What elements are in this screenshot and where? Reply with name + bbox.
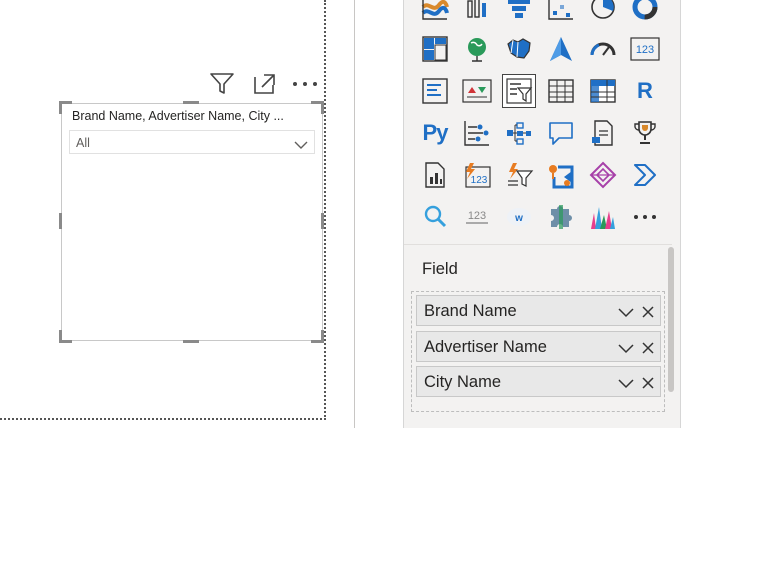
azure-map-icon[interactable] — [544, 32, 578, 66]
puzzle-icon[interactable] — [544, 200, 578, 234]
search-visual-icon[interactable] — [418, 200, 452, 234]
resize-handle-top-left-v[interactable] — [59, 101, 62, 114]
filter-icon[interactable] — [208, 70, 236, 98]
resize-handle-top-right-v[interactable] — [321, 101, 324, 114]
chevron-down-icon[interactable] — [618, 376, 634, 394]
card-icon-label: 123 — [636, 44, 654, 56]
donut-chart-icon[interactable] — [628, 0, 662, 24]
ribbon-chart-icon[interactable] — [418, 0, 452, 24]
slicer-title: Brand Name, Advertiser Name, City ... — [72, 109, 284, 123]
svg-text:w: w — [514, 213, 523, 224]
more-visuals-icon[interactable] — [628, 200, 662, 234]
paginated-report-icon[interactable] — [586, 116, 620, 150]
chevron-down-icon[interactable] — [618, 305, 634, 323]
goals-icon[interactable] — [628, 116, 662, 150]
slicer-visual[interactable]: Brand Name, Advertiser Name, City ... Al… — [61, 103, 323, 341]
resize-handle-right[interactable] — [321, 213, 324, 229]
resize-handle-left[interactable] — [59, 213, 62, 229]
resize-handle-bottom-right-v[interactable] — [321, 330, 324, 343]
more-options-icon[interactable] — [290, 70, 320, 98]
arrow-icon[interactable] — [628, 158, 662, 192]
python-visual-label: Py — [422, 120, 449, 145]
field-pill-label: Advertiser Name — [424, 338, 547, 356]
focus-mode-icon[interactable] — [250, 70, 278, 98]
field-pill-brand-name[interactable]: Brand Name — [416, 295, 661, 326]
power-automate-label: 123 — [471, 175, 488, 186]
visualizations-pane: 123 R Py 123 123 w Field Brand Name Adve… — [403, 0, 681, 428]
histogram-icon[interactable] — [586, 200, 620, 234]
gauge-icon[interactable] — [586, 32, 620, 66]
r-visual-label: R — [637, 78, 653, 103]
remove-field-icon[interactable] — [642, 305, 654, 323]
word-cloud-icon[interactable]: w — [502, 200, 536, 234]
matrix-icon[interactable] — [586, 74, 620, 108]
gallery-separator — [404, 244, 672, 245]
power-automate-icon[interactable]: 123 — [460, 158, 494, 192]
qa-icon[interactable] — [544, 116, 578, 150]
power-bi-icon[interactable] — [544, 158, 578, 192]
chevron-down-icon — [294, 137, 308, 155]
filled-map-icon[interactable] — [502, 32, 536, 66]
slicer-selected-value: All — [76, 136, 90, 150]
power-apps-icon[interactable] — [418, 158, 452, 192]
map-icon[interactable] — [460, 32, 494, 66]
slicer-dropdown[interactable]: All — [69, 130, 315, 154]
resize-handle-bottom-left[interactable] — [59, 340, 72, 343]
waterfall-chart-icon[interactable] — [460, 0, 494, 24]
scatter-chart-icon[interactable] — [544, 0, 578, 24]
number-card-icon[interactable]: 123 — [460, 200, 494, 234]
chevron-down-icon[interactable] — [618, 341, 634, 359]
remove-field-icon[interactable] — [642, 341, 654, 359]
treemap-icon[interactable] — [418, 32, 452, 66]
slicer-icon[interactable] — [502, 74, 536, 108]
r-visual-icon[interactable]: R — [628, 74, 662, 108]
resize-handle-bottom[interactable] — [183, 340, 199, 343]
field-pill-label: City Name — [424, 373, 502, 391]
field-pill-label: Brand Name — [424, 302, 517, 320]
field-pill-city-name[interactable]: City Name — [416, 366, 661, 397]
pane-divider — [354, 0, 355, 428]
field-well-label: Field — [422, 260, 458, 278]
table-icon[interactable] — [544, 74, 578, 108]
number-card-label: 123 — [468, 210, 486, 222]
field-well[interactable]: Brand Name Advertiser Name City Name — [411, 291, 665, 412]
key-influencers-icon[interactable] — [460, 116, 494, 150]
flow-icon[interactable] — [586, 158, 620, 192]
field-pill-advertiser-name[interactable]: Advertiser Name — [416, 331, 661, 362]
decomposition-tree-icon[interactable] — [502, 116, 536, 150]
scrollbar-thumb[interactable] — [668, 247, 674, 392]
remove-field-icon[interactable] — [642, 376, 654, 394]
filter-visual-icon[interactable] — [502, 158, 536, 192]
resize-handle-top[interactable] — [183, 101, 199, 104]
funnel-icon[interactable] — [502, 0, 536, 24]
kpi-icon[interactable] — [460, 74, 494, 108]
pie-chart-icon[interactable] — [586, 0, 620, 24]
pane-scrollbar[interactable] — [667, 247, 675, 427]
python-visual-icon[interactable]: Py — [418, 116, 452, 150]
card-icon[interactable]: 123 — [628, 32, 662, 66]
multi-row-card-icon[interactable] — [418, 74, 452, 108]
